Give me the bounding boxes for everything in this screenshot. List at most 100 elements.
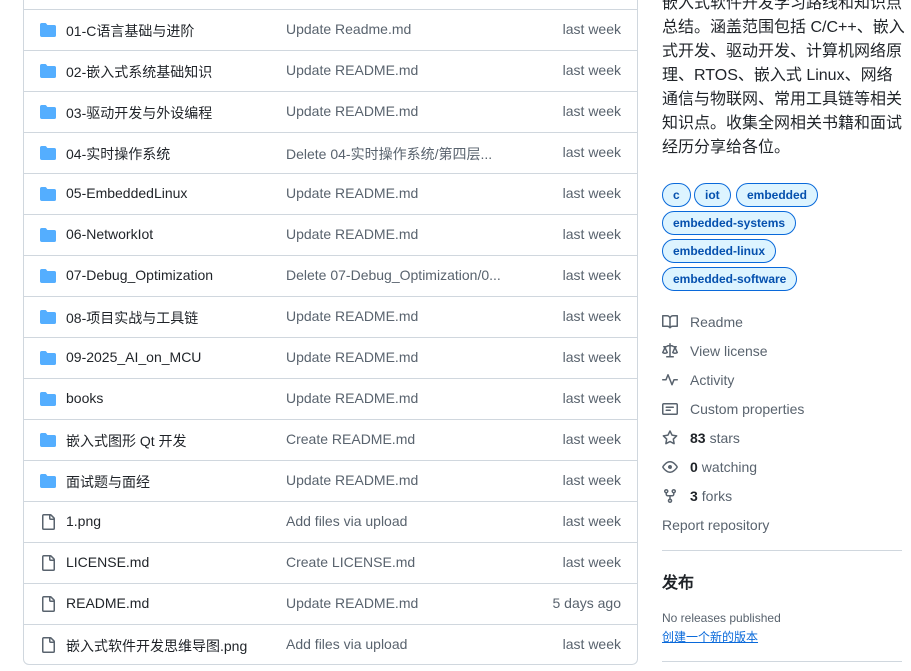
report-repository-link[interactable]: Report repository xyxy=(662,515,769,535)
forks-link[interactable]: 3 forks xyxy=(662,486,732,506)
fork-icon xyxy=(664,489,676,504)
pulse-icon xyxy=(662,374,678,386)
folder-icon xyxy=(40,392,56,406)
commit-age: last week xyxy=(562,21,621,37)
commit-message-link[interactable]: Update README.md xyxy=(286,185,418,201)
star-icon xyxy=(662,430,678,445)
table-row[interactable]: 06-NetworkIot Update README.md last week xyxy=(24,214,637,255)
stars-count: 83 xyxy=(690,430,706,446)
commit-age: last week xyxy=(562,636,621,652)
folder-icon xyxy=(40,351,56,365)
file-icon xyxy=(42,637,55,653)
file-name-link[interactable]: 嵌入式软件开发思维导图.png xyxy=(66,636,247,656)
topic-embedded-systems[interactable]: embedded-systems xyxy=(662,211,797,235)
commit-message-link[interactable]: Add files via upload xyxy=(286,636,407,652)
forks-label: forks xyxy=(701,488,733,504)
folder-icon xyxy=(40,227,56,243)
table-row[interactable]: 07-Debug_Optimization Delete 07-Debug_Opt… xyxy=(24,255,637,296)
folder-icon xyxy=(40,104,56,120)
file-icon xyxy=(42,596,55,612)
commit-age: last week xyxy=(562,185,621,201)
file-icon xyxy=(40,596,56,612)
commit-message-link[interactable]: Update README.md xyxy=(286,390,418,406)
commit-message-link[interactable]: Delete 07-Debug_Optimization/0... xyxy=(286,267,501,283)
table-row[interactable]: 面试题与面经 Update README.md last week xyxy=(24,460,637,501)
table-row[interactable]: 嵌入式图形 Qt 开发 Create README.md last week xyxy=(24,419,637,460)
license-link[interactable]: View license xyxy=(662,341,768,361)
watching-link[interactable]: 0 watching xyxy=(662,457,757,477)
readme-link[interactable]: Readme xyxy=(662,312,743,332)
folder-icon xyxy=(40,146,56,160)
commit-age: last week xyxy=(562,308,621,324)
table-row[interactable]: 02-嵌入式系统基础知识 Update README.md last week xyxy=(24,50,637,91)
commit-age: last week xyxy=(562,267,621,283)
file-name-link[interactable]: 07-Debug_Optimization xyxy=(66,267,213,283)
table-row[interactable]: 05-EmbeddedLinux Update README.md last wee… xyxy=(24,173,637,214)
folder-icon xyxy=(40,105,56,119)
commit-message-link[interactable]: Update README.md xyxy=(286,62,418,78)
license-label: View license xyxy=(690,343,768,359)
file-icon xyxy=(40,514,56,530)
forks-count: 3 xyxy=(690,488,698,504)
folder-icon xyxy=(40,269,56,283)
table-row[interactable]: 08-项目实战与工具链 Update README.md last week xyxy=(24,296,637,337)
file-name-link[interactable]: 面试题与面经 xyxy=(66,472,150,492)
commit-message-link[interactable]: Update README.md xyxy=(286,595,418,611)
commit-message-link[interactable]: Add files via upload xyxy=(286,513,407,529)
folder-icon xyxy=(40,23,56,37)
table-row[interactable]: 04-实时操作系统 Delete 04-实时操作系统/第四层... last wee… xyxy=(24,132,637,173)
file-name-link[interactable]: 1.png xyxy=(66,513,101,529)
folder-icon xyxy=(40,228,56,242)
table-row[interactable]: 09-2025_AI_on_MCU Update README.md last we… xyxy=(24,337,637,378)
topic-iot[interactable]: iot xyxy=(694,183,731,207)
divider xyxy=(662,661,902,662)
create-release-link[interactable]: 创建一个新的版本 xyxy=(662,628,758,645)
file-name-link[interactable]: books xyxy=(66,390,103,406)
commit-age: last week xyxy=(562,226,621,242)
file-name-link[interactable]: 06-NetworkIot xyxy=(66,226,153,242)
folder-icon xyxy=(40,391,56,407)
stars-link[interactable]: 83 stars xyxy=(662,428,740,448)
commit-message-link[interactable]: Update README.md xyxy=(286,226,418,242)
folder-icon xyxy=(40,473,56,489)
topic-embedded-software[interactable]: embedded-software xyxy=(662,267,798,291)
file-name-link[interactable]: 02-嵌入式系统基础知识 xyxy=(66,62,212,82)
commit-message-link[interactable]: Update README.md xyxy=(286,472,418,488)
file-name-link[interactable]: 05-EmbeddedLinux xyxy=(66,185,187,201)
commit-message-link[interactable]: Update README.md xyxy=(286,308,418,324)
folder-icon xyxy=(40,145,56,161)
watching-count: 0 xyxy=(690,459,698,475)
table-row[interactable]: 嵌入式软件开发思维导图.png Add files via upload last … xyxy=(24,624,637,664)
table-row[interactable]: 01-C语言基础与进阶 Update Readme.md last week xyxy=(24,9,637,50)
file-name-link[interactable]: LICENSE.md xyxy=(66,554,149,570)
activity-link[interactable]: Activity xyxy=(662,370,734,390)
folder-icon xyxy=(40,22,56,38)
report-label: Report repository xyxy=(662,517,770,533)
table-row[interactable]: LICENSE.md Create LICENSE.md last week xyxy=(24,542,637,583)
commit-message-link[interactable]: Update README.md xyxy=(286,103,418,119)
file-name-link[interactable]: 03-驱动开发与外设编程 xyxy=(66,103,212,123)
file-name-link[interactable]: 09-2025_AI_on_MCU xyxy=(66,349,201,365)
file-name-link[interactable]: 01-C语言基础与进阶 xyxy=(66,21,194,41)
custom-properties-link[interactable]: Custom properties xyxy=(662,399,804,419)
table-row[interactable]: README.md Update README.md 5 days ago xyxy=(24,583,637,624)
commit-message-link[interactable]: Create LICENSE.md xyxy=(286,554,415,570)
commit-age: last week xyxy=(562,103,621,119)
note-icon xyxy=(662,403,678,415)
commit-message-link[interactable]: Delete 04-实时操作系统/第四层... xyxy=(286,144,492,164)
folder-icon xyxy=(40,350,56,366)
table-row[interactable]: 03-驱动开发与外设编程 Update README.md last week xyxy=(24,91,637,132)
file-name-link[interactable]: README.md xyxy=(66,595,149,611)
folder-icon xyxy=(40,186,56,202)
file-name-link[interactable]: 嵌入式图形 Qt 开发 xyxy=(66,431,187,451)
topic-c[interactable]: c xyxy=(662,183,691,207)
topic-embedded-linux[interactable]: embedded-linux xyxy=(662,239,777,263)
table-row[interactable]: books Update README.md last week xyxy=(24,378,637,419)
table-row[interactable]: 1.png Add files via upload last week xyxy=(24,501,637,542)
commit-message-link[interactable]: Update Readme.md xyxy=(286,21,411,37)
commit-message-link[interactable]: Update README.md xyxy=(286,349,418,365)
commit-message-link[interactable]: Create README.md xyxy=(286,431,415,447)
topic-embedded[interactable]: embedded xyxy=(736,183,819,207)
file-name-link[interactable]: 04-实时操作系统 xyxy=(66,144,170,164)
file-name-link[interactable]: 08-项目实战与工具链 xyxy=(66,308,198,328)
